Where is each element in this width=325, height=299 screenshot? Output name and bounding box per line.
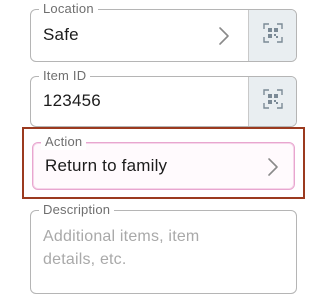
qr-scan-icon bbox=[262, 89, 283, 114]
description-label: Description bbox=[39, 202, 115, 218]
chevron-right-icon bbox=[266, 157, 280, 177]
item-id-value: 123456 bbox=[43, 91, 101, 110]
location-label: Location bbox=[39, 1, 98, 17]
location-field[interactable]: Location Safe bbox=[30, 1, 297, 62]
description-placeholder: Additional items, item details, etc. bbox=[43, 228, 200, 268]
chevron-right-icon bbox=[217, 26, 231, 46]
item-id-field[interactable]: Item ID 123456 bbox=[30, 68, 297, 127]
item-id-label: Item ID bbox=[39, 68, 91, 84]
location-value: Safe bbox=[43, 25, 79, 44]
item-id-scan-button[interactable] bbox=[248, 77, 296, 126]
location-scan-button[interactable] bbox=[248, 10, 296, 61]
description-field[interactable]: Description Additional items, item detai… bbox=[30, 202, 297, 294]
action-value: Return to family bbox=[45, 156, 168, 175]
action-label: Action bbox=[41, 134, 87, 150]
action-select[interactable]: Action Return to family bbox=[32, 134, 295, 190]
qr-scan-icon bbox=[262, 23, 283, 48]
action-highlight-frame: Action Return to family bbox=[22, 127, 305, 199]
